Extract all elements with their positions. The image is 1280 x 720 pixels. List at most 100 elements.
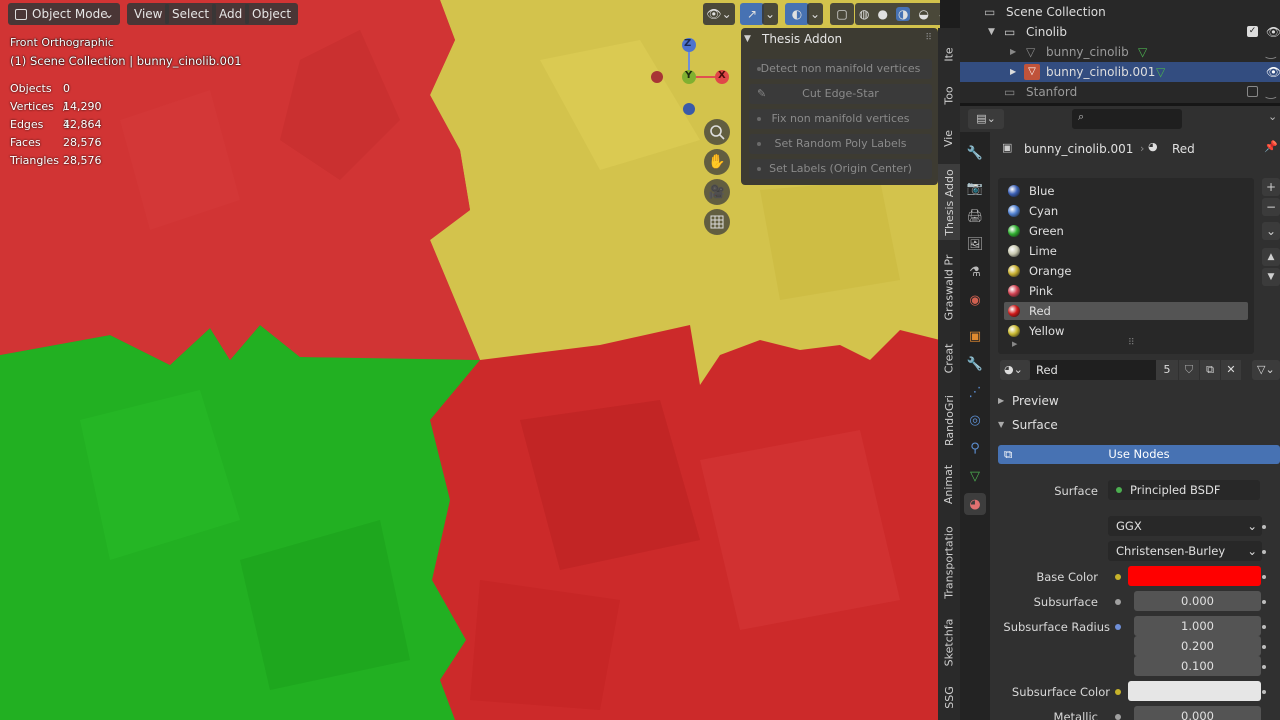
hand-pan-icon[interactable]: ✋ — [704, 149, 730, 175]
socket-icon[interactable] — [1110, 568, 1126, 586]
material-slot[interactable]: Yellow — [1004, 322, 1248, 340]
browse-material-button[interactable]: ◕⌄ — [1000, 360, 1030, 380]
set-labels-origin-button[interactable]: Set Labels (Origin Center) — [749, 159, 932, 179]
triangle-right-icon[interactable]: ▶ — [1010, 62, 1016, 82]
tab-item[interactable]: Ite — [938, 28, 960, 80]
material-slot[interactable]: Lime — [1004, 242, 1248, 260]
socket-icon[interactable] — [1110, 618, 1126, 636]
chevron-down-icon[interactable]: ⌄ — [1268, 110, 1277, 123]
subsurface-radius-x[interactable]: 1.000 — [1134, 616, 1261, 636]
visibility-icon[interactable]: 👁⌄ — [703, 3, 735, 25]
subsurface-color-swatch[interactable] — [1128, 681, 1261, 701]
grid-icon[interactable] — [704, 209, 730, 235]
subsurface-radius-z[interactable]: 0.100 — [1134, 656, 1261, 676]
subsurface-radius-y[interactable]: 0.200 — [1134, 636, 1261, 656]
chevron-down-icon[interactable]: ⌄ — [762, 3, 778, 25]
material-tab-icon[interactable]: ◕ — [964, 493, 986, 515]
unlink-material-icon[interactable]: ✕ — [1221, 360, 1241, 380]
editor-type-dropdown[interactable]: ▤⌄ — [968, 109, 1004, 129]
eye-icon[interactable]: 👁 — [1266, 62, 1280, 82]
outliner-item-bunny-cinolib-001[interactable]: ▶ ▽ bunny_cinolib.001 ▽ 👁 — [960, 62, 1280, 82]
shading-modes[interactable]: ◍ ● ◑ ◒ ⌄ — [855, 3, 940, 25]
detect-non-manifold-button[interactable]: Detect non manifold vertices — [749, 59, 932, 79]
data-tab-icon[interactable]: ▽ — [964, 465, 986, 487]
constraints-tab-icon[interactable]: ⚲ — [964, 437, 986, 459]
link-mode-dropdown[interactable]: ▽⌄ — [1252, 360, 1280, 380]
properties-search-input[interactable]: ⌕ — [1072, 109, 1182, 129]
outliner-scene-collection[interactable]: ▭ Scene Collection — [960, 2, 1280, 22]
base-color-swatch[interactable] — [1128, 566, 1261, 586]
material-shading-icon[interactable]: ◑ — [895, 7, 911, 21]
triangle-right-icon[interactable]: ▶ — [1010, 42, 1016, 62]
include-checkbox[interactable]: ✓ — [1247, 26, 1258, 37]
menu-view[interactable]: View — [127, 3, 170, 25]
fix-non-manifold-button[interactable]: Fix non manifold vertices — [749, 109, 932, 129]
surface-shader-field[interactable]: Principled BSDF — [1108, 480, 1260, 500]
tab-graswald[interactable]: Graswald Pr — [938, 250, 960, 324]
eye-icon[interactable]: 👁 — [1266, 22, 1280, 42]
preview-section[interactable]: ▶ Preview — [990, 390, 1280, 412]
set-random-labels-button[interactable]: Set Random Poly Labels — [749, 134, 932, 154]
material-slot-active[interactable]: Red — [1004, 302, 1248, 320]
view-layer-tab-icon[interactable]: 🖼 — [964, 233, 986, 255]
include-checkbox[interactable] — [1247, 86, 1258, 97]
zoom-icon[interactable] — [704, 119, 730, 145]
outliner-item-bunny-cinolib[interactable]: ▶ ▽ bunny_cinolib ▽ ‿ — [960, 42, 1280, 62]
move-slot-up-button[interactable]: ▲ — [1262, 248, 1280, 266]
xray-icon[interactable]: ▢ — [830, 3, 854, 25]
metallic-value[interactable]: 0.000 — [1134, 706, 1261, 720]
distribution-dropdown[interactable]: GGX ⌄ — [1108, 516, 1262, 536]
cut-edge-star-button[interactable]: ✎ Cut Edge-Star — [749, 84, 932, 104]
camera-icon[interactable]: 🎥 — [704, 179, 730, 205]
menu-select[interactable]: Select — [165, 3, 217, 25]
pin-icon[interactable]: 📌 — [1264, 140, 1278, 153]
scene-tab-icon[interactable]: ⚗ — [964, 261, 986, 283]
physics-tab-icon[interactable]: ◎ — [964, 409, 986, 431]
socket-icon[interactable] — [1110, 683, 1126, 701]
socket-icon[interactable] — [1110, 708, 1126, 720]
material-slot[interactable]: Cyan — [1004, 202, 1248, 220]
3d-viewport[interactable]: Object Mode ⌄ View Select Add Object 👁⌄ ↗… — [0, 0, 940, 720]
tab-randogrid[interactable]: RandoGri — [938, 390, 960, 450]
slot-specials-button[interactable]: ⌄ — [1262, 222, 1280, 240]
material-slot[interactable]: Green — [1004, 222, 1248, 240]
material-slot[interactable]: Orange — [1004, 262, 1248, 280]
solid-shading-icon[interactable]: ● — [877, 7, 887, 21]
menu-add[interactable]: Add — [212, 3, 250, 25]
add-slot-button[interactable]: + — [1262, 178, 1280, 196]
render-tab-icon[interactable]: 📷 — [964, 177, 986, 199]
eye-hidden-icon[interactable]: ‿ — [1266, 82, 1276, 102]
socket-icon[interactable] — [1110, 593, 1126, 611]
tab-animation[interactable]: Animat — [938, 460, 960, 508]
move-slot-down-button[interactable]: ▼ — [1262, 268, 1280, 286]
modifier-tab-icon[interactable]: 🔧 — [964, 353, 986, 375]
tab-tool[interactable]: Too — [938, 80, 960, 110]
material-slot-list[interactable]: Blue Cyan Green Lime Orange Pink Red Yel… — [998, 178, 1254, 354]
user-count[interactable]: 5 — [1156, 360, 1178, 380]
rendered-shading-icon[interactable]: ◒ — [918, 7, 928, 21]
object-tab-icon[interactable]: ▣ — [964, 325, 986, 347]
subsurface-method-dropdown[interactable]: Christensen-Burley ⌄ — [1108, 541, 1262, 561]
triangle-down-icon[interactable]: ▼ — [744, 34, 751, 44]
subsurface-value[interactable]: 0.000 — [1134, 591, 1261, 611]
gizmo-toggle-icon[interactable]: ↗ — [740, 3, 764, 25]
tab-thesis-addon[interactable]: Thesis Addo — [938, 164, 960, 240]
world-tab-icon[interactable]: ◉ — [964, 289, 986, 311]
addon-panel-title[interactable]: Thesis Addon — [762, 32, 842, 46]
menu-object[interactable]: Object — [245, 3, 299, 25]
output-tab-icon[interactable]: 🖨 — [964, 205, 986, 227]
outliner-collection-stanford[interactable]: ▭ Stanford ‿ — [960, 82, 1280, 102]
material-name-field[interactable]: Red — [1030, 360, 1156, 380]
material-slot[interactable]: Pink — [1004, 282, 1248, 300]
particles-tab-icon[interactable]: ⋰ — [964, 381, 986, 403]
resize-handle-icon[interactable]: ⠿ — [1128, 338, 1135, 348]
material-slot[interactable]: Blue — [1004, 182, 1248, 200]
tab-create[interactable]: Creat — [938, 338, 960, 378]
triangle-right-icon[interactable]: ▶ — [1012, 340, 1017, 348]
overlays-icon[interactable]: ◐ — [785, 3, 809, 25]
mode-dropdown[interactable]: Object Mode ⌄ — [8, 3, 120, 25]
outliner-collection-cinolib[interactable]: ▼ ▭ Cinolib ✓ 👁 — [960, 22, 1280, 42]
tab-transportation[interactable]: Transportatio — [938, 522, 960, 602]
tab-sketchfab[interactable]: Sketchfa — [938, 614, 960, 670]
duplicate-material-icon[interactable]: ⧉ — [1200, 360, 1220, 380]
